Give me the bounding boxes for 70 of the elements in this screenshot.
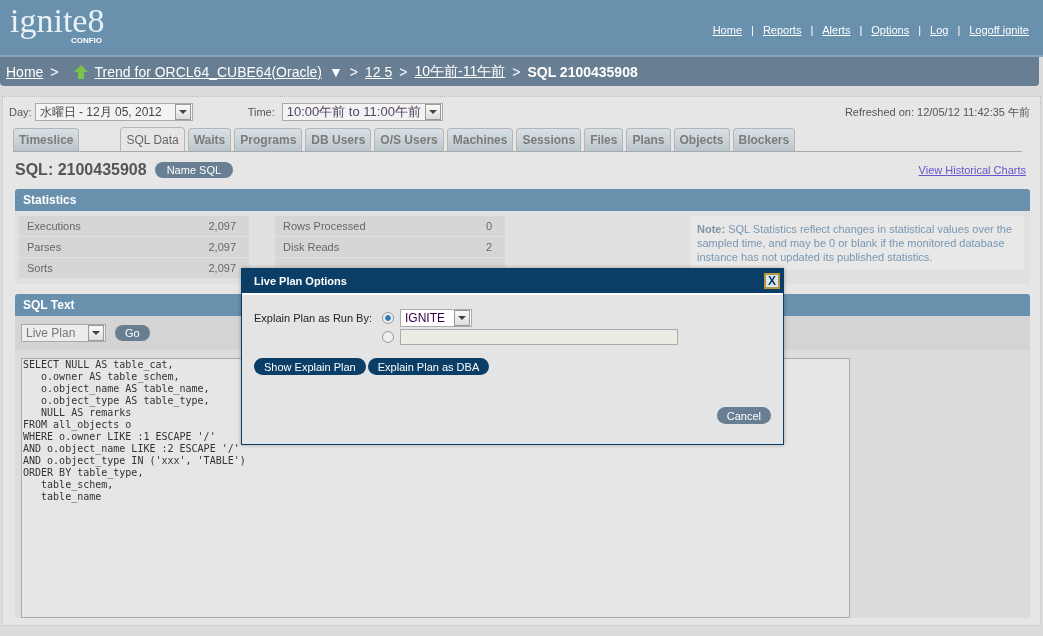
logo-subtitle: CONFIO [70,36,102,45]
stat-value: 2,097 [208,241,236,253]
separator: | [810,24,814,36]
breadcrumb-separator: > [399,63,408,80]
go-button[interactable]: Go [115,325,150,341]
stat-label: Sorts [27,262,53,274]
text-field[interactable] [400,329,678,345]
radio-button[interactable] [382,331,394,343]
breadcrumb-link[interactable]: Trend for ORCL64_CUBE64(Oracle) [94,63,322,80]
stat-label: Rows Processed [283,220,366,232]
tab[interactable]: O/S Users [374,128,444,151]
tab[interactable]: Timeslice [13,128,80,151]
tab[interactable]: Files [584,128,624,151]
dialog-button[interactable]: Show Explain Plan [254,358,366,375]
dialog-title: Live Plan Options [254,275,347,287]
stat-label: Executions [27,220,81,232]
breadcrumb-separator: > [349,63,359,80]
nav-link[interactable]: Logoff ignite [969,24,1029,36]
tab[interactable]: Objects [673,128,730,151]
dropdown-icon [424,104,441,120]
nav-link[interactable]: Log [930,24,949,36]
sql-title: SQL: 2100435908 [15,161,147,179]
time-select[interactable]: 10:00午前 to 11:00午前 [281,103,443,121]
time-label: Time: [247,106,275,118]
dropdown-icon [174,104,191,120]
cancel-button[interactable]: Cancel [716,407,771,424]
tab[interactable]: SQL Data [120,127,185,151]
up-arrow-icon [73,64,88,79]
tab[interactable]: Machines [446,128,514,151]
section-header: Statistics [15,189,1030,211]
refreshed-text: Refreshed on: 12/05/12 11:42:35 午前 [844,104,1030,120]
breadcrumb-link[interactable]: 12 5 [365,63,393,80]
day-label: Day: [9,106,32,118]
dialog-button[interactable]: Explain Plan as DBA [367,358,490,375]
caret-icon[interactable]: ▼ [329,63,343,80]
breadcrumb-current: SQL 2100435908 [527,63,638,80]
separator: | [751,24,754,36]
stat-value: 0 [485,220,492,232]
radio-button[interactable] [382,312,394,324]
dropdown-icon [88,325,104,341]
separator: | [918,24,922,36]
day-select[interactable]: 水曜日 - 12月 05, 2012 [34,103,193,121]
nav-link[interactable]: Home [712,24,742,36]
stat-label: Disk Reads [283,241,340,253]
tab[interactable]: Blockers [732,128,796,151]
close-button[interactable]: X [764,273,780,289]
tab[interactable]: Sessions [516,128,582,151]
tab[interactable]: Plans [626,128,671,151]
dropdown-icon [454,310,470,326]
breadcrumb-link[interactable]: Home [6,63,44,80]
user-select[interactable]: IGNITE [400,309,472,327]
tab[interactable]: Waits [187,128,232,151]
stat-value: 2,097 [208,220,236,232]
separator: | [859,24,863,36]
separator: | [957,24,961,36]
nav-link[interactable]: Alerts [822,24,851,36]
tab[interactable]: DB Users [305,128,372,151]
stat-value: 2,097 [208,262,236,274]
breadcrumb-link[interactable]: 10午前-11午前 [414,62,506,81]
stat-label: Parses [27,241,62,253]
stat-value: 2 [485,241,492,253]
note-text: Note: SQL Statistics reflect changes in statistical values over the sampled time, and may be 0 or blank if the monitored database instance has not updated its published statistics. [690,216,1024,270]
breadcrumb-separator: > [512,63,521,80]
plan-select[interactable]: Live Plan [21,324,106,342]
name-sql-button[interactable]: Name SQL [154,162,234,178]
breadcrumb-separator: > [50,63,59,80]
nav-link[interactable]: Reports [762,24,802,36]
historical-charts-link[interactable]: View Historical Charts [918,164,1026,176]
nav-link[interactable]: Options [871,24,910,36]
tab[interactable]: Programs [234,128,303,151]
